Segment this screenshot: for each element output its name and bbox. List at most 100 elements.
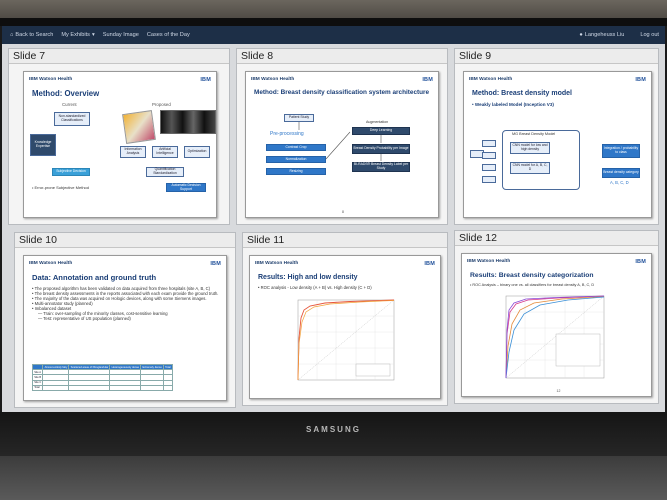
- slide-header: Slide 10: [15, 233, 235, 248]
- slide-card-10[interactable]: Slide 10 IBM Watson Health IBM Data: Ann…: [14, 232, 236, 408]
- slide-thumbnail[interactable]: IBM Watson Health IBM Method: Breast den…: [245, 71, 439, 218]
- slide-bullet: • Weakly labeled Model (Inception V3): [472, 102, 554, 107]
- watson-health-logo: IBM Watson Health: [467, 259, 511, 264]
- slide-thumbnail[interactable]: IBM Watson Health IBM Results: Breast de…: [461, 253, 652, 397]
- diagram-label: MG Breast Density Model: [512, 132, 556, 136]
- mammogram-images: [160, 110, 216, 134]
- slide-thumbnail[interactable]: IBM Watson Health IBM Data: Annotation a…: [23, 255, 227, 401]
- ibm-logo: IBM: [200, 77, 211, 83]
- slide-card-8[interactable]: Slide 8 IBM Watson Health IBM Method: Br…: [236, 48, 448, 225]
- slide-title: Method: Overview: [32, 89, 100, 98]
- slide-thumbnail[interactable]: IBM Watson Health IBM Method: Breast den…: [463, 71, 652, 218]
- monitor-brand-logo: SAMSUNG: [306, 425, 361, 434]
- monitor-bezel-bottom: [0, 412, 667, 456]
- slide-card-11[interactable]: Slide 11 IBM Watson Health IBM Results: …: [242, 232, 448, 406]
- diagram-box: Breast density category: [602, 168, 640, 178]
- sunday-image-link[interactable]: Sunday Image: [103, 32, 139, 38]
- watson-health-logo: IBM Watson Health: [29, 261, 73, 266]
- slide-bullet: • ROC Analysis – binary one vs. all clas…: [470, 283, 595, 287]
- proposed-label: Proposed: [152, 102, 171, 107]
- background-floor: [0, 456, 667, 500]
- diagram-box: Information Analysis: [120, 146, 146, 158]
- watson-health-logo: IBM Watson Health: [255, 261, 299, 266]
- slide-bullet: • ROC analysis - Low density (A + B) vs.…: [258, 285, 372, 290]
- diagram-box: Automatic Decision Support: [166, 183, 206, 192]
- slide-card-9[interactable]: Slide 9 IBM Watson Health IBM Method: Br…: [454, 48, 659, 225]
- model-frame: [502, 130, 580, 190]
- diagram-box: Subjective Decision: [52, 168, 90, 176]
- back-to-search-label: Back to Search: [15, 32, 54, 38]
- diagram-box: Integration / probability to class: [602, 144, 640, 158]
- table-cell: [68, 384, 111, 392]
- slide-title: Data: Annotation and ground truth: [32, 273, 157, 282]
- slide-title: Method: Breast density model: [472, 90, 572, 97]
- top-navbar: ⌂ Back to Search My Exhibits ▾ Sunday Im…: [2, 26, 665, 44]
- diagram-box: Quantification Standardization: [146, 167, 184, 177]
- diagram-box: Optimization: [184, 146, 210, 158]
- slide-title: Results: High and low density: [258, 274, 358, 281]
- table-cell: [140, 384, 164, 392]
- diagram-arrows: [298, 122, 382, 161]
- slide-header: Slide 9: [455, 49, 658, 64]
- slide-thumbnail[interactable]: IBM Watson Health IBM Method: Overview C…: [23, 71, 217, 218]
- table-row: Total: [31, 384, 173, 392]
- slide-bullet-list: • The proposed algorithm has been valida…: [32, 286, 220, 321]
- input-image-box: [482, 164, 496, 171]
- logout-link[interactable]: Log out: [640, 32, 659, 38]
- watson-health-logo: IBM Watson Health: [29, 77, 73, 82]
- user-icon: ●: [579, 32, 583, 38]
- slide-footer: [252, 210, 253, 214]
- slide-card-7[interactable]: Slide 7 IBM Watson Health IBM Method: Ov…: [8, 48, 230, 225]
- roc-chart: [505, 295, 605, 379]
- slide-bullet: • Error-prone Subjective Method: [32, 185, 89, 190]
- back-to-search-link[interactable]: ⌂ Back to Search: [10, 32, 53, 38]
- chart-legend: [555, 333, 601, 367]
- diagram-label: A, B, C, D: [610, 180, 629, 185]
- diagram-box: Artificial Intelligence: [152, 146, 178, 158]
- table-cell: Total: [31, 384, 44, 392]
- sunday-image-label: Sunday Image: [102, 32, 139, 38]
- dataset-table: Almost entirely fatty Scattered areas of…: [31, 364, 173, 392]
- my-exhibits-label: My Exhibits: [61, 32, 90, 38]
- diagram-box: CNN model for low and high density: [510, 142, 550, 154]
- slide-sub-bullet: — Test: representative of US population …: [38, 316, 131, 321]
- ibm-logo: IBM: [424, 261, 435, 267]
- ibm-logo: IBM: [635, 259, 646, 265]
- monitor-screen: ⌂ Back to Search My Exhibits ▾ Sunday Im…: [2, 26, 665, 412]
- slide-title: Results: Breast density categorization: [470, 272, 594, 279]
- slide-header: Slide 12: [455, 231, 658, 246]
- input-image-box: [482, 152, 496, 159]
- user-name: Langeheuss Liu: [584, 32, 625, 38]
- ibm-logo: IBM: [635, 77, 646, 83]
- caret-down-icon: ▾: [91, 32, 95, 38]
- home-icon: ⌂: [10, 32, 14, 38]
- watson-health-logo: IBM Watson Health: [469, 77, 513, 82]
- logout-label: Log out: [640, 32, 659, 38]
- cases-of-the-day-link[interactable]: Cases of the Day: [147, 32, 190, 38]
- slide-page-number: 8: [342, 210, 344, 214]
- slide-card-12[interactable]: Slide 12 IBM Watson Health IBM Results: …: [454, 230, 659, 404]
- cases-of-the-day-label: Cases of the Day: [146, 32, 190, 38]
- diagram-box: Knowledge Expertise: [30, 134, 56, 156]
- ibm-logo: IBM: [210, 261, 221, 267]
- slide-thumbnail[interactable]: IBM Watson Health IBM Results: High and …: [249, 255, 441, 399]
- current-label: Current: [62, 102, 77, 107]
- user-menu[interactable]: ● Langeheuss Liu: [579, 32, 624, 38]
- input-image-box: [482, 140, 496, 147]
- table-cell: [162, 384, 173, 392]
- my-exhibits-menu[interactable]: My Exhibits ▾: [61, 32, 94, 38]
- slide-header: Slide 7: [9, 49, 229, 64]
- slide-page-number: 12: [556, 389, 561, 393]
- chart-legend: [355, 363, 391, 377]
- slide-header: Slide 8: [237, 49, 447, 64]
- slide-grid: Slide 7 IBM Watson Health IBM Method: Ov…: [2, 44, 665, 412]
- diagram-box: CNN model for A, B, C, D: [510, 162, 550, 174]
- slide-footer: [30, 210, 31, 214]
- table-cell: [42, 384, 70, 392]
- table-cell: [109, 384, 142, 392]
- roc-chart: [297, 299, 395, 381]
- input-image-box: [482, 176, 496, 183]
- document-images: [122, 110, 156, 144]
- diagram-box: Non-standardized Classifications: [54, 112, 90, 126]
- slide-header: Slide 11: [243, 233, 447, 248]
